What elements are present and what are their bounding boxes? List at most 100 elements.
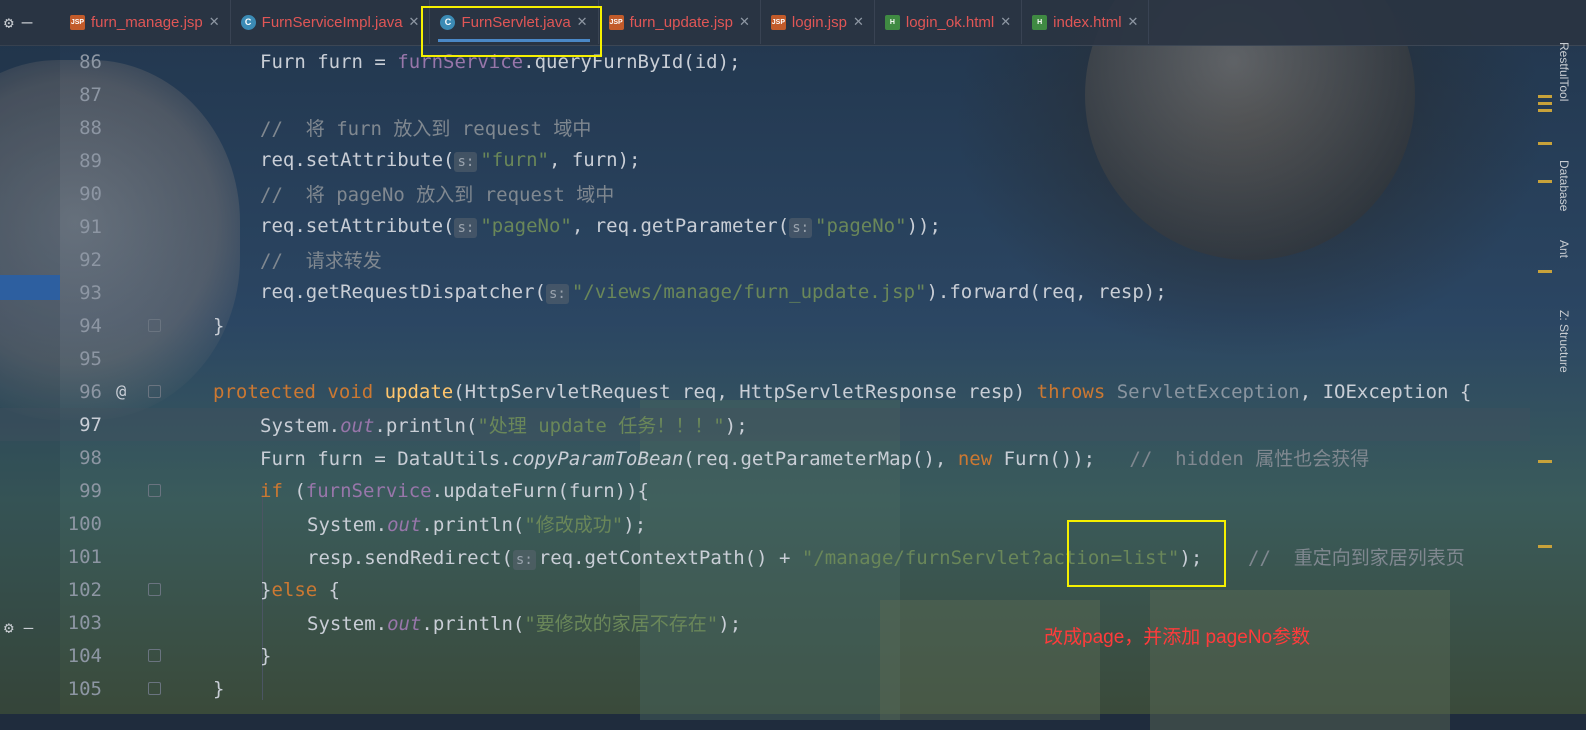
line-number: 105 xyxy=(67,677,102,700)
side-tab-restfultool[interactable]: RestfulTool xyxy=(1557,42,1571,101)
right-tool-strip xyxy=(1530,45,1586,714)
code-text[interactable]: }else { xyxy=(260,579,340,601)
tab-furn-update-jsp[interactable]: JSP furn_update.jsp ✕ xyxy=(599,0,761,44)
tab-label: login.jsp xyxy=(791,13,847,31)
tab-label: login_ok.html xyxy=(905,13,995,31)
code-line[interactable]: 101 resp.sendRedirect(s: req.getContextPa… xyxy=(0,540,1530,573)
override-marker-icon[interactable]: @ xyxy=(116,382,126,402)
close-icon[interactable]: ✕ xyxy=(739,14,750,30)
close-icon[interactable]: ✕ xyxy=(209,14,220,30)
line-number: 98 xyxy=(79,446,102,469)
close-icon[interactable]: ✕ xyxy=(409,14,420,30)
line-number: 99 xyxy=(79,479,102,502)
code-line[interactable]: 88 // 将 furn 放入到 request 域中 xyxy=(0,111,1530,144)
fold-icon[interactable] xyxy=(148,583,161,596)
fold-icon[interactable] xyxy=(148,682,161,695)
jsp-file-icon: JSP xyxy=(770,14,786,30)
html-file-icon: H xyxy=(1032,14,1048,30)
code-text[interactable]: Furn furn = DataUtils.copyParamToBean(re… xyxy=(260,444,1369,471)
side-tab-database[interactable]: Database xyxy=(1557,160,1571,211)
tab-login-ok-html[interactable]: H login_ok.html ✕ xyxy=(875,0,1023,44)
fold-icon[interactable] xyxy=(148,649,161,662)
code-line[interactable]: 86 Furn furn = furnService.queryFurnById… xyxy=(0,45,1530,78)
fold-icon[interactable] xyxy=(148,319,161,332)
code-line[interactable]: 100 System.out.println("修改成功"); xyxy=(0,507,1530,540)
close-icon[interactable]: ✕ xyxy=(1000,14,1011,30)
code-text[interactable]: req.setAttribute(s: "pageNo", req.getPara… xyxy=(260,215,941,238)
code-text[interactable]: System.out.println("修改成功"); xyxy=(307,510,646,537)
editor-tab-bar: ⚙ – JSP furn_manage.jsp ✕ C FurnServiceI… xyxy=(0,0,1586,46)
scroll-marker[interactable] xyxy=(1538,545,1552,548)
code-line[interactable]: 99 if (furnService.updateFurn(furn)){ xyxy=(0,474,1530,507)
line-number: 100 xyxy=(67,512,102,535)
close-icon[interactable]: ✕ xyxy=(1128,14,1139,30)
code-line[interactable]: 98 Furn furn = DataUtils.copyParamToBean… xyxy=(0,441,1530,474)
scroll-marker[interactable] xyxy=(1538,109,1552,112)
tab-furnserviceimpl-java[interactable]: C FurnServiceImpl.java ✕ xyxy=(231,0,431,44)
line-number: 94 xyxy=(79,314,102,337)
code-line[interactable]: 105 } xyxy=(0,672,1530,705)
scroll-marker[interactable] xyxy=(1538,102,1552,105)
gear-icon[interactable]: ⚙ xyxy=(4,13,14,32)
line-number: 90 xyxy=(79,182,102,205)
highlight-box-tab xyxy=(421,6,602,57)
line-number: 95 xyxy=(79,347,102,370)
code-text[interactable]: } xyxy=(213,315,224,337)
fold-icon[interactable] xyxy=(148,385,161,398)
code-line[interactable]: 96 @ protected void update(HttpServletRe… xyxy=(0,375,1530,408)
code-text[interactable]: resp.sendRedirect(s: req.getContextPath()… xyxy=(307,543,1465,570)
html-file-icon: H xyxy=(884,14,900,30)
tab-index-html[interactable]: H index.html ✕ xyxy=(1022,0,1150,44)
tab-label: index.html xyxy=(1053,13,1122,31)
code-text[interactable]: if (furnService.updateFurn(furn)){ xyxy=(260,480,649,502)
minimize-icon[interactable]: – xyxy=(22,12,33,33)
parameter-hint: s: xyxy=(454,152,478,172)
code-text[interactable]: } xyxy=(213,678,224,700)
scroll-marker[interactable] xyxy=(1538,142,1552,145)
jsp-file-icon: JSP xyxy=(70,14,85,30)
code-line[interactable]: 91 req.setAttribute(s: "pageNo", req.getP… xyxy=(0,210,1530,243)
tab-login-jsp[interactable]: JSP login.jsp ✕ xyxy=(761,0,875,44)
code-line[interactable]: 94 } xyxy=(0,309,1530,342)
tab-label: furn_update.jsp xyxy=(629,13,733,31)
line-number: 97 xyxy=(79,413,102,436)
project-panel-tools: ⚙ – xyxy=(0,0,60,45)
code-line[interactable]: 95 xyxy=(0,342,1530,375)
code-text[interactable]: System.out.println("要修改的家居不存在"); xyxy=(307,609,741,636)
code-text[interactable]: req.getRequestDispatcher(s: "/views/manag… xyxy=(260,281,1167,304)
code-line[interactable]: 102 }else { xyxy=(0,573,1530,606)
code-editor[interactable]: 86 Furn furn = furnService.queryFurnById… xyxy=(0,45,1530,714)
parameter-hint: s: xyxy=(454,218,478,238)
tab-furn-manage-jsp[interactable]: JSP furn_manage.jsp ✕ xyxy=(60,0,231,44)
code-comment[interactable]: // 将 pageNo 放入到 request 域中 xyxy=(260,180,614,207)
fold-icon[interactable] xyxy=(148,484,161,497)
side-tab-structure[interactable]: Z: Structure xyxy=(1557,310,1571,373)
parameter-hint: s: xyxy=(512,550,536,570)
code-line-current[interactable]: 97 System.out.println("处理 update 任务！！！")… xyxy=(0,408,1530,441)
scroll-marker[interactable] xyxy=(1538,95,1552,98)
code-text[interactable]: req.setAttribute(s: "furn", furn); xyxy=(260,149,640,172)
code-line[interactable]: 89 req.setAttribute(s: "furn", furn); xyxy=(0,144,1530,177)
code-comment[interactable]: // 请求转发 xyxy=(260,246,382,273)
code-line[interactable]: 90 // 将 pageNo 放入到 request 域中 xyxy=(0,177,1530,210)
code-comment[interactable]: // 将 furn 放入到 request 域中 xyxy=(260,114,591,141)
parameter-hint: s: xyxy=(789,218,813,238)
scroll-marker[interactable] xyxy=(1538,460,1552,463)
line-number: 86 xyxy=(79,50,102,73)
scroll-marker[interactable] xyxy=(1538,270,1552,273)
line-number: 101 xyxy=(67,545,102,568)
line-number: 87 xyxy=(79,83,102,106)
code-text[interactable]: protected void update(HttpServletRequest… xyxy=(213,381,1471,403)
code-line[interactable]: 92 // 请求转发 xyxy=(0,243,1530,276)
line-number: 102 xyxy=(67,578,102,601)
line-number: 88 xyxy=(79,116,102,139)
side-tab-ant[interactable]: Ant xyxy=(1557,240,1571,258)
code-line[interactable]: 93 req.getRequestDispatcher(s: "/views/ma… xyxy=(0,276,1530,309)
close-icon[interactable]: ✕ xyxy=(853,14,864,30)
line-number: 96 xyxy=(79,380,102,403)
code-text[interactable]: } xyxy=(260,645,271,667)
scroll-marker[interactable] xyxy=(1538,180,1552,183)
code-line[interactable]: 87 xyxy=(0,78,1530,111)
code-text[interactable]: System.out.println("处理 update 任务！！！"); xyxy=(260,411,748,438)
line-number: 93 xyxy=(79,281,102,304)
